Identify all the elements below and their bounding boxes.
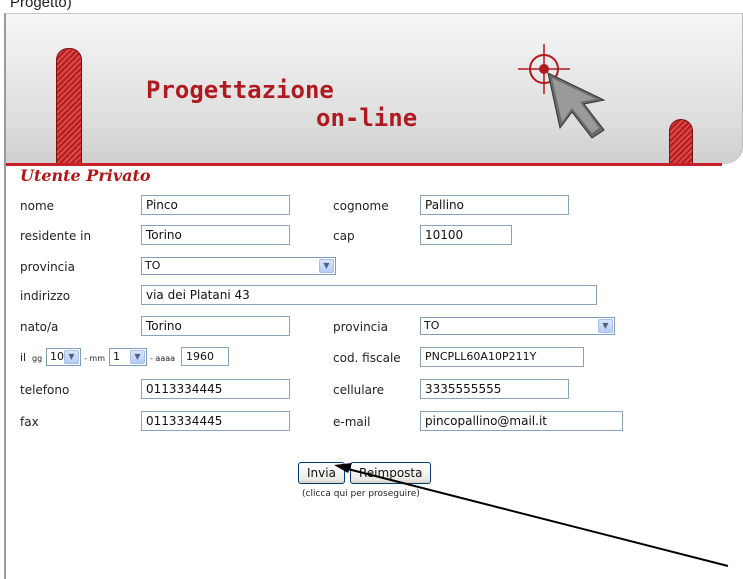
chevron-down-icon[interactable]: ▼ bbox=[64, 350, 79, 364]
nome-input[interactable]: Pinco bbox=[141, 195, 290, 215]
mm-label: - mm bbox=[84, 354, 106, 363]
chevron-down-icon[interactable]: ▼ bbox=[319, 259, 334, 273]
gg-label: gg bbox=[32, 354, 43, 363]
page-frame: Progettazione on-line Utente Privato nom… bbox=[4, 13, 743, 579]
provincia-selected: TO bbox=[145, 259, 161, 272]
logo-title-line1: Progettazione bbox=[146, 76, 334, 104]
email-label: e-mail bbox=[333, 415, 371, 429]
mese-selected: 1 bbox=[113, 350, 120, 363]
indirizzo-input[interactable]: via dei Platani 43 bbox=[141, 285, 597, 305]
target-cursor-icon bbox=[518, 44, 606, 139]
logo-title-line2: on-line bbox=[316, 104, 418, 132]
nato-label: nato/a bbox=[20, 320, 59, 334]
section-title: Utente Privato bbox=[20, 166, 151, 185]
indirizzo-label: indirizzo bbox=[20, 289, 71, 303]
mese-select[interactable]: 1 ▼ bbox=[109, 348, 147, 366]
right-pillar-decoration bbox=[669, 119, 693, 166]
chevron-down-icon[interactable]: ▼ bbox=[130, 350, 145, 364]
fax-label: fax bbox=[20, 415, 39, 429]
chevron-down-icon[interactable]: ▼ bbox=[598, 319, 613, 333]
submit-hint: (clicca qui per proseguire) bbox=[302, 489, 420, 499]
nato-input[interactable]: Torino bbox=[141, 316, 290, 336]
codfiscale-input[interactable]: PNCPLL60A10P211Y bbox=[420, 347, 584, 367]
reimposta-button[interactable]: Reimposta bbox=[350, 462, 432, 484]
anno-input[interactable]: 1960 bbox=[181, 347, 229, 366]
codfiscale-label: cod. fiscale bbox=[333, 351, 401, 365]
cognome-input[interactable]: Pallino bbox=[420, 195, 569, 215]
giorno-select[interactable]: 10 ▼ bbox=[46, 348, 81, 366]
invia-button[interactable]: Invia bbox=[298, 462, 345, 484]
fax-input[interactable]: 0113334445 bbox=[141, 411, 290, 431]
nato-provincia-select[interactable]: TO ▼ bbox=[420, 317, 615, 335]
nato-provincia-label: provincia bbox=[333, 320, 388, 334]
email-input[interactable]: pincopallino@mail.it bbox=[420, 411, 623, 431]
cognome-label: cognome bbox=[333, 199, 389, 213]
provincia-select[interactable]: TO ▼ bbox=[141, 257, 336, 275]
cap-input[interactable]: 10100 bbox=[420, 225, 512, 245]
nato-provincia-selected: TO bbox=[424, 319, 440, 332]
cap-label: cap bbox=[333, 229, 355, 243]
header-banner: Progettazione on-line bbox=[6, 14, 743, 166]
telefono-input[interactable]: 0113334445 bbox=[141, 379, 290, 399]
provincia-label: provincia bbox=[20, 260, 75, 274]
top-caption: Progetto) bbox=[10, 0, 72, 11]
residente-input[interactable]: Torino bbox=[141, 225, 290, 245]
giorno-selected: 10 bbox=[50, 350, 64, 363]
residente-label: residente in bbox=[20, 229, 92, 243]
cellulare-input[interactable]: 3335555555 bbox=[420, 379, 569, 399]
il-label: il bbox=[20, 351, 27, 364]
cellulare-label: cellulare bbox=[333, 383, 384, 397]
telefono-label: telefono bbox=[20, 383, 70, 397]
nome-label: nome bbox=[20, 199, 55, 213]
aaaa-label: - aaaa bbox=[150, 354, 176, 363]
left-pillar-decoration bbox=[56, 48, 82, 166]
